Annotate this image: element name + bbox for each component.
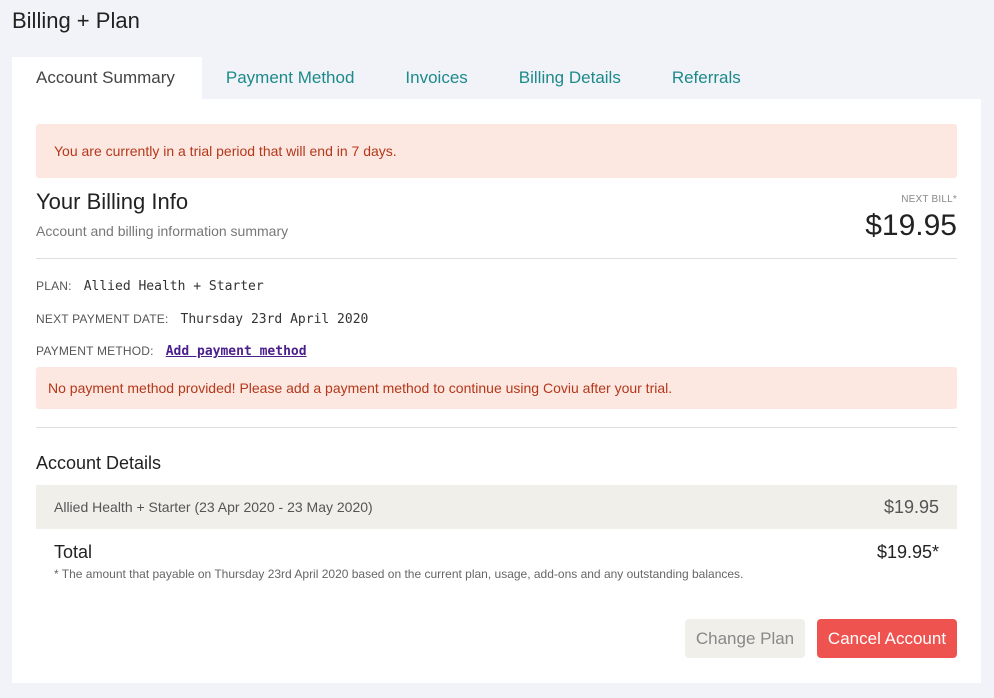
account-summary-panel: You are currently in a trial period that… xyxy=(12,99,981,683)
billing-info-subtitle: Account and billing information summary xyxy=(36,223,289,239)
plan-label: PLAN: xyxy=(36,279,72,293)
tab-referrals[interactable]: Referrals xyxy=(648,57,768,99)
page-title: Billing + Plan xyxy=(12,8,140,33)
trial-alert: You are currently in a trial period that… xyxy=(36,124,957,178)
billing-info-title: Your Billing Info xyxy=(36,189,189,214)
account-details-title: Account Details xyxy=(36,453,162,473)
plan-value: Allied Health + Starter xyxy=(83,279,264,294)
change-plan-button[interactable]: Change Plan xyxy=(685,619,805,658)
payment-method-label: PAYMENT METHOD: xyxy=(36,344,154,358)
divider xyxy=(36,258,957,259)
total-amount: $19.95* xyxy=(876,542,939,562)
next-payment-row: NEXT PAYMENT DATE: Thursday 23rd April 2… xyxy=(36,312,368,327)
tab-invoices[interactable]: Invoices xyxy=(381,57,494,99)
next-bill-amount: $19.95 xyxy=(865,209,957,242)
line-item-amount: $19.95 xyxy=(883,496,939,517)
tab-bar: Account Summary Payment Method Invoices … xyxy=(12,57,768,99)
tab-payment-method[interactable]: Payment Method xyxy=(202,57,382,99)
next-bill-label: NEXT BILL* xyxy=(901,194,957,205)
tab-account-summary[interactable]: Account Summary xyxy=(12,57,202,99)
plan-row: PLAN: Allied Health + Starter xyxy=(36,279,264,294)
cancel-account-button[interactable]: Cancel Account xyxy=(817,619,957,658)
divider xyxy=(36,427,957,428)
line-item-description: Allied Health + Starter (23 Apr 2020 - 2… xyxy=(54,499,373,515)
payment-method-row: PAYMENT METHOD: Add payment method xyxy=(36,344,307,359)
line-item-row: Allied Health + Starter (23 Apr 2020 - 2… xyxy=(36,485,957,529)
no-payment-alert: No payment method provided! Please add a… xyxy=(36,367,957,409)
total-note: * The amount that payable on Thursday 23… xyxy=(54,567,744,581)
add-payment-method-link[interactable]: Add payment method xyxy=(166,344,307,359)
tab-billing-details[interactable]: Billing Details xyxy=(495,57,648,99)
total-label: Total xyxy=(54,542,93,562)
next-payment-label: NEXT PAYMENT DATE: xyxy=(36,312,169,326)
next-payment-value: Thursday 23rd April 2020 xyxy=(180,312,369,327)
